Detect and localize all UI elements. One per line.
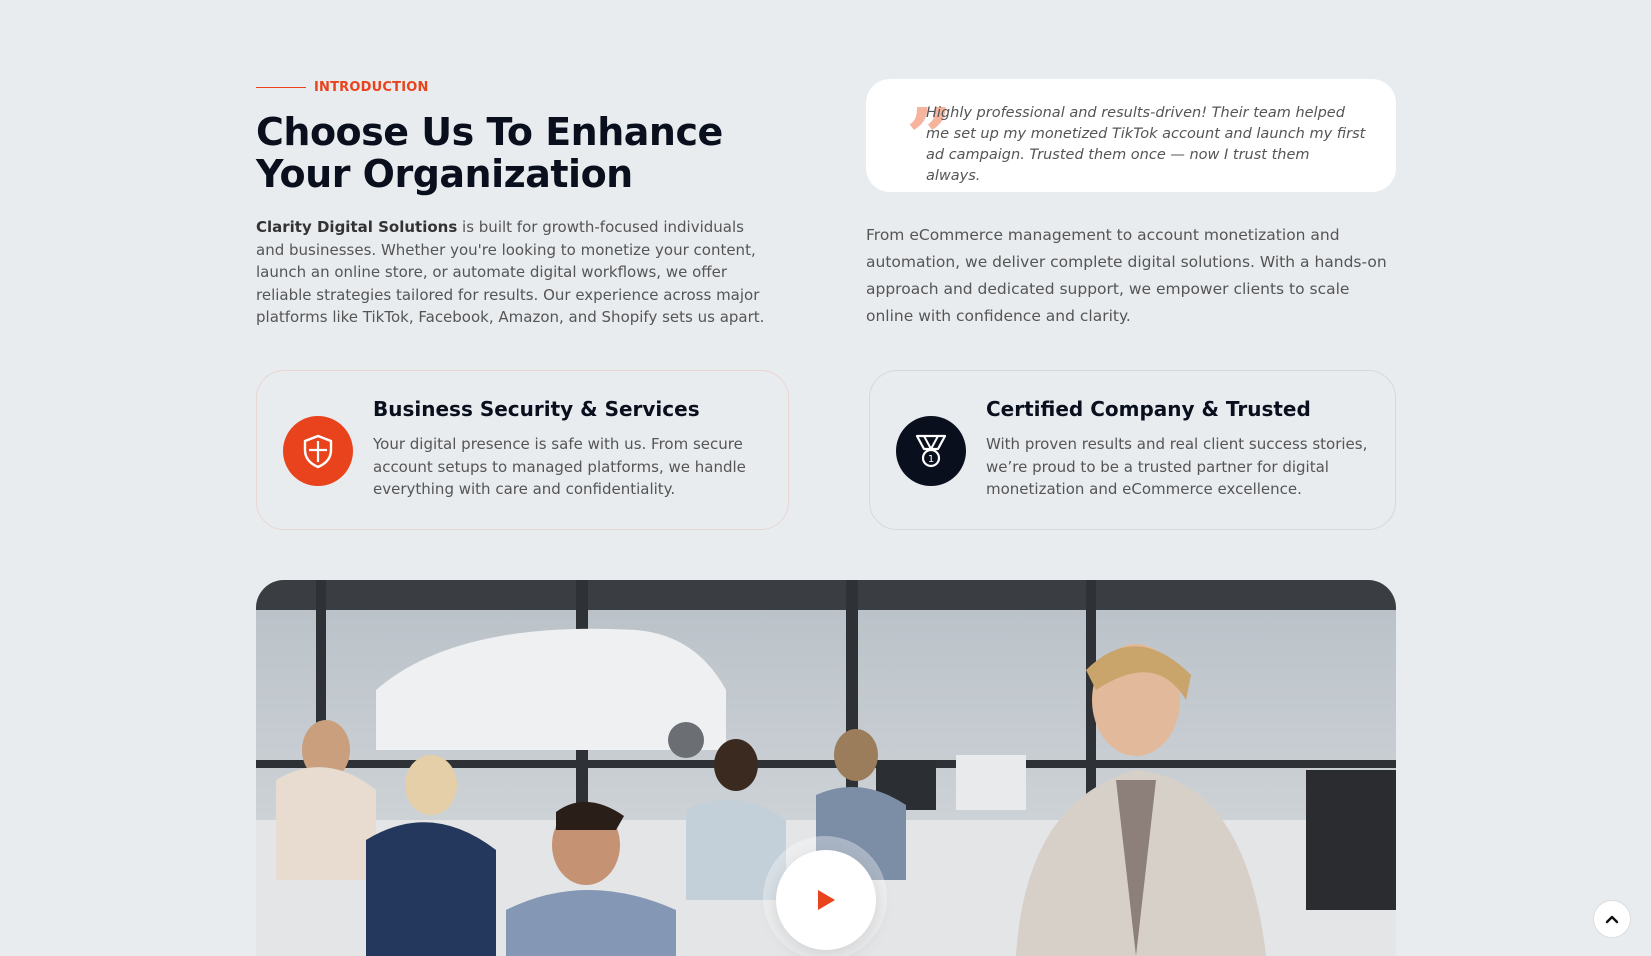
play-icon — [818, 890, 835, 910]
testimonial-quote: Highly professional and results-driven! … — [926, 105, 1366, 184]
feature-title: Certified Company & Trusted — [986, 397, 1311, 421]
section-tag-label: INTRODUCTION — [314, 80, 429, 95]
svg-text:1: 1 — [928, 454, 934, 465]
intro-paragraph: Clarity Digital Solutions is built for g… — [256, 216, 776, 329]
services-paragraph: From eCommerce management to account mon… — [866, 226, 1387, 325]
scroll-to-top-button[interactable] — [1593, 900, 1631, 938]
tag-line — [256, 87, 306, 88]
play-video-button[interactable] — [776, 850, 876, 950]
shield-icon — [283, 416, 353, 486]
feature-description: Your digital presence is safe with us. F… — [373, 435, 746, 498]
testimonial-card: ” Highly professional and results-driven… — [866, 79, 1396, 192]
section-heading: Choose Us To Enhance Your Organization — [256, 110, 723, 196]
section-tag: INTRODUCTION — [256, 80, 429, 95]
feature-title: Business Security & Services — [373, 397, 700, 421]
feature-description: With proven results and real client succ… — [986, 435, 1368, 498]
feature-card-security: Business Security & Services Your digita… — [256, 370, 789, 530]
chevron-up-icon — [1605, 915, 1619, 924]
feature-card-certified: 1 Certified Company & Trusted With prove… — [869, 370, 1396, 530]
company-name: Clarity Digital Solutions — [256, 218, 458, 236]
medal-icon: 1 — [896, 416, 966, 486]
